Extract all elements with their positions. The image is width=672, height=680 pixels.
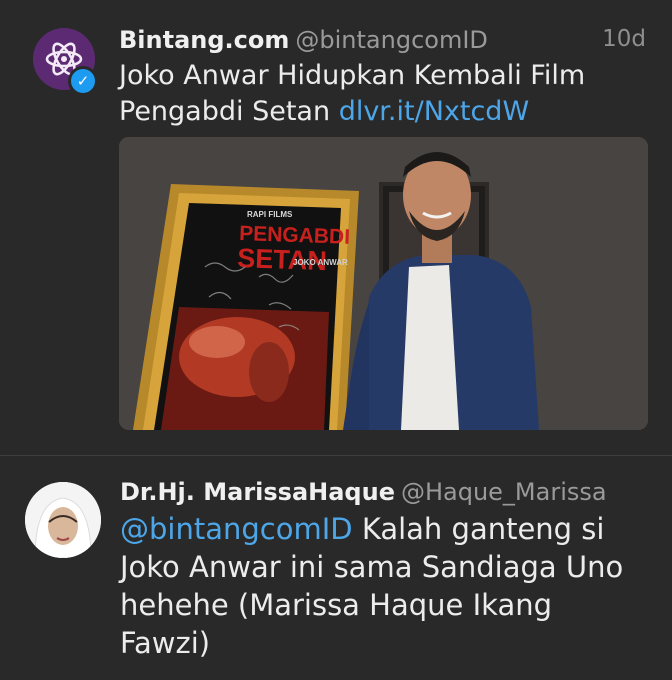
tweet-text-container: Joko Anwar Hidupkan Kembali Film Pengabd…	[119, 58, 639, 130]
profile-photo-illustration	[25, 482, 101, 558]
tweet-time: 10d	[602, 26, 646, 52]
poster-brand: RAPI FILMS	[247, 210, 293, 219]
author-handle[interactable]: @Haque_Marissa	[401, 478, 607, 506]
reply-mention[interactable]: @bintangcomID	[120, 512, 353, 546]
tweet-bintang[interactable]: ✓ Bintang.com @bintangcomID 10d Joko Anwa…	[0, 0, 672, 455]
verified-badge-icon: ✓	[68, 66, 98, 96]
tweet-link[interactable]: dlvr.it/NxtcdW	[339, 96, 529, 127]
photo-illustration: RAPI FILMS PENGABDI SETAN JOKO ANWAR	[119, 137, 648, 430]
avatar-marissa[interactable]	[25, 482, 101, 558]
author-handle[interactable]: @bintangcomID	[295, 26, 488, 54]
reply-text-container: @bintangcomID Kalah ganteng si Joko Anwa…	[120, 510, 640, 662]
author-name[interactable]: Bintang.com	[119, 26, 289, 54]
poster-credit: JOKO ANWAR	[293, 258, 348, 267]
author-name[interactable]: Dr.Hj. MarissaHaque	[120, 478, 395, 506]
tweet-media-photo[interactable]: RAPI FILMS PENGABDI SETAN JOKO ANWAR	[119, 137, 648, 430]
